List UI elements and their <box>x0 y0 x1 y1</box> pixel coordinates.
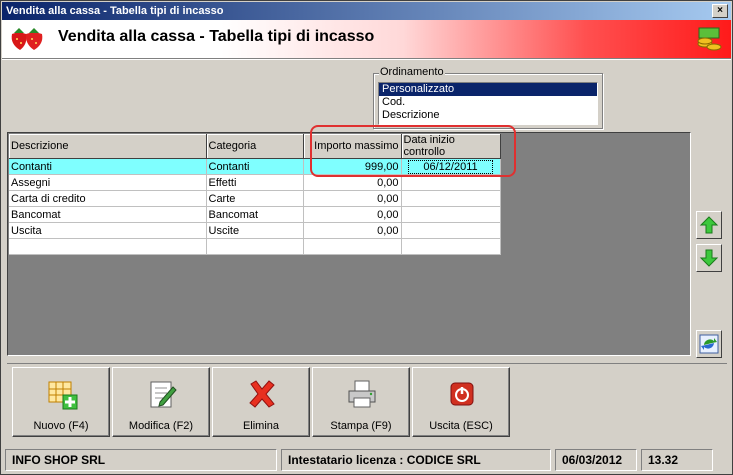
cell-importo[interactable]: 0,00 <box>303 206 402 223</box>
status-license: Intestatario licenza : CODICE SRL <box>281 449 551 471</box>
window-title: Vendita alla cassa - Tabella tipi di inc… <box>6 5 224 17</box>
cell-categoria[interactable]: Contanti <box>206 158 304 175</box>
delete-x-icon <box>249 380 275 408</box>
move-up-button[interactable] <box>696 211 722 239</box>
uscita-button[interactable]: Uscita (ESC) <box>412 367 510 437</box>
arrow-down-icon <box>699 249 719 267</box>
cell-categoria[interactable]: Carte <box>206 190 304 207</box>
ordering-option-personalizzato[interactable]: Personalizzato <box>379 83 597 96</box>
edit-icon <box>150 381 177 408</box>
cell-data[interactable]: 06/12/2011 <box>401 158 501 175</box>
table-row[interactable]: Bancomat Bancomat 0,00 <box>9 206 501 223</box>
cell-data[interactable] <box>401 222 501 239</box>
ordering-listbox[interactable]: Personalizzato Cod. Descrizione <box>378 82 598 125</box>
cell-descrizione[interactable] <box>9 238 207 255</box>
nuovo-label: Nuovo (F4) <box>33 420 89 432</box>
ordering-group: Ordinamento Personalizzato Cod. Descrizi… <box>373 66 603 129</box>
table-row[interactable]: Contanti Contanti 999,00 06/12/2011 <box>9 158 501 175</box>
cell-categoria[interactable]: Uscite <box>206 222 304 239</box>
status-bar: INFO SHOP SRL Intestatario licenza : COD… <box>5 449 731 471</box>
page-title: Vendita alla cassa - Tabella tipi di inc… <box>58 28 375 45</box>
status-time: 13.32 <box>641 449 713 471</box>
cell-data[interactable] <box>401 206 501 223</box>
status-company: INFO SHOP SRL <box>5 449 277 471</box>
column-header-descrizione[interactable]: Descrizione <box>9 134 207 159</box>
payment-types-table: Descrizione Categoria Importo massimo Da… <box>9 134 501 255</box>
cell-importo[interactable]: 0,00 <box>303 190 402 207</box>
column-header-importo-massimo[interactable]: Importo massimo <box>303 134 402 159</box>
header-separator <box>2 58 731 60</box>
money-icon <box>697 27 722 51</box>
stampa-button[interactable]: Stampa (F9) <box>312 367 410 437</box>
add-grid-icon <box>48 381 78 410</box>
data-grid[interactable]: Descrizione Categoria Importo massimo Da… <box>7 132 691 356</box>
cell-descrizione[interactable]: Contanti <box>9 158 207 175</box>
table-header-row: Descrizione Categoria Importo massimo Da… <box>9 134 501 159</box>
cell-data[interactable] <box>401 238 501 255</box>
title-bar: Vendita alla cassa - Tabella tipi di inc… <box>2 2 731 20</box>
strawberry-icon <box>11 28 43 50</box>
table-row[interactable]: Uscita Uscite 0,00 <box>9 222 501 239</box>
ordering-legend: Ordinamento <box>379 66 445 78</box>
table-row[interactable]: Assegni Effetti 0,00 <box>9 174 501 191</box>
move-down-button[interactable] <box>696 244 722 272</box>
cell-importo[interactable]: 0,00 <box>303 174 402 191</box>
cell-importo[interactable]: 999,00 <box>303 158 402 175</box>
cell-descrizione[interactable]: Bancomat <box>9 206 207 223</box>
elimina-label: Elimina <box>242 420 280 432</box>
status-date: 06/03/2012 <box>555 449 637 471</box>
column-header-categoria[interactable]: Categoria <box>206 134 304 159</box>
cell-data-value[interactable]: 06/12/2011 <box>408 159 493 174</box>
nuovo-button[interactable]: Nuovo (F4) <box>12 367 110 437</box>
table-row-empty[interactable] <box>9 238 501 255</box>
elimina-button[interactable]: Elimina <box>212 367 310 437</box>
exit-power-icon <box>450 382 474 406</box>
printer-icon <box>348 380 376 408</box>
cell-categoria[interactable]: Bancomat <box>206 206 304 223</box>
cell-categoria[interactable]: Effetti <box>206 174 304 191</box>
ordering-option-descrizione[interactable]: Descrizione <box>379 109 597 122</box>
cell-descrizione[interactable]: Assegni <box>9 174 207 191</box>
cell-importo[interactable]: 0,00 <box>303 222 402 239</box>
column-header-data-inizio[interactable]: Data inizio controllo <box>401 134 501 159</box>
cell-categoria[interactable] <box>206 238 304 255</box>
cell-data[interactable] <box>401 190 501 207</box>
cell-data[interactable] <box>401 174 501 191</box>
cell-descrizione[interactable]: Uscita <box>9 222 207 239</box>
refresh-button[interactable] <box>696 330 722 358</box>
uscita-label: Uscita (ESC) <box>429 420 493 432</box>
table-row[interactable]: Carta di credito Carte 0,00 <box>9 190 501 207</box>
arrow-up-icon <box>699 216 719 234</box>
modifica-button[interactable]: Modifica (F2) <box>112 367 210 437</box>
ordering-option-cod[interactable]: Cod. <box>379 96 597 109</box>
cell-importo[interactable] <box>303 238 402 255</box>
stampa-label: Stampa (F9) <box>330 420 392 432</box>
cell-descrizione[interactable]: Carta di credito <box>9 190 207 207</box>
refresh-icon <box>699 334 719 354</box>
header-banner: Vendita alla cassa - Tabella tipi di inc… <box>2 20 731 58</box>
close-button[interactable]: × <box>712 4 728 18</box>
app-window: Vendita alla cassa - Tabella tipi di inc… <box>0 0 733 475</box>
modifica-label: Modifica (F2) <box>128 420 194 432</box>
